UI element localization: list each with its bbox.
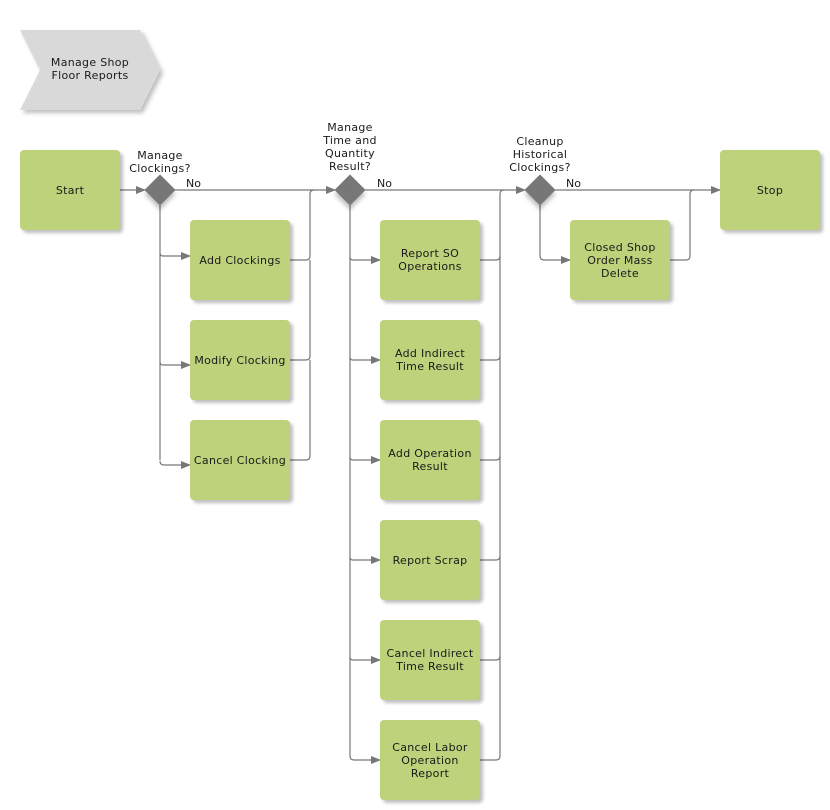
task-closed-shop-order-mass-delete[interactable]: Closed Shop Order Mass Delete xyxy=(570,220,670,300)
decision-label-cleanup-historical: Cleanup Historical Clockings? xyxy=(509,135,571,174)
connector-to-add-clockings xyxy=(159,252,191,260)
connector-to-task xyxy=(349,256,381,264)
decision-no-label: No xyxy=(186,177,201,190)
connector-group1-return xyxy=(290,189,315,261)
task-cancel-clocking[interactable]: Cancel Clocking xyxy=(190,420,290,500)
task-cancel-indirect-time-result[interactable]: Cancel Indirect Time Result xyxy=(380,620,480,700)
process-title: Manage Shop Floor Reports xyxy=(50,56,130,82)
connector-to-task xyxy=(349,356,381,364)
connector-group2-return xyxy=(480,189,505,761)
task-cancel-labor-operation-report[interactable]: Cancel Labor Operation Report xyxy=(380,720,480,800)
decision-label-manage-clockings: Manage Clockings? xyxy=(129,149,191,175)
connector-return xyxy=(480,255,501,261)
connector-modify-return xyxy=(290,260,311,361)
connector-cancel-return xyxy=(290,360,311,461)
connector-group3-return xyxy=(670,189,695,261)
diagram-canvas: Manage Shop Floor Reports Start Stop Man… xyxy=(0,0,830,810)
connector-to-task xyxy=(349,456,381,464)
connector-to-modify-clocking xyxy=(159,361,191,369)
stop-node[interactable]: Stop xyxy=(720,150,820,230)
connector-return xyxy=(480,355,501,361)
connector-return xyxy=(480,555,501,561)
connector-to-task xyxy=(349,556,381,564)
task-report-scrap[interactable]: Report Scrap xyxy=(380,520,480,600)
decision-diamond-cleanup-historical[interactable] xyxy=(524,174,556,206)
task-modify-clocking[interactable]: Modify Clocking xyxy=(190,320,290,400)
task-add-indirect-time-result[interactable]: Add Indirect Time Result xyxy=(380,320,480,400)
decision-label-manage-time-quantity: Manage Time and Quantity Result? xyxy=(323,121,377,173)
task-add-operation-result[interactable]: Add Operation Result xyxy=(380,420,480,500)
task-report-so-operations[interactable]: Report SO Operations xyxy=(380,220,480,300)
connector-to-task xyxy=(349,656,381,664)
decision-no-label: No xyxy=(377,177,392,190)
connector-to-task xyxy=(349,755,381,764)
connector-return xyxy=(480,455,501,461)
connector-d3-branch xyxy=(539,205,571,264)
decision-diamond-manage-time-quantity[interactable] xyxy=(334,174,366,206)
decision-no-label: No xyxy=(566,177,581,190)
start-node[interactable]: Start xyxy=(20,150,120,230)
decision-diamond-manage-clockings[interactable] xyxy=(144,174,176,206)
connector-return xyxy=(480,655,501,661)
connector-to-cancel-clocking xyxy=(159,460,191,469)
task-add-clockings[interactable]: Add Clockings xyxy=(190,220,290,300)
